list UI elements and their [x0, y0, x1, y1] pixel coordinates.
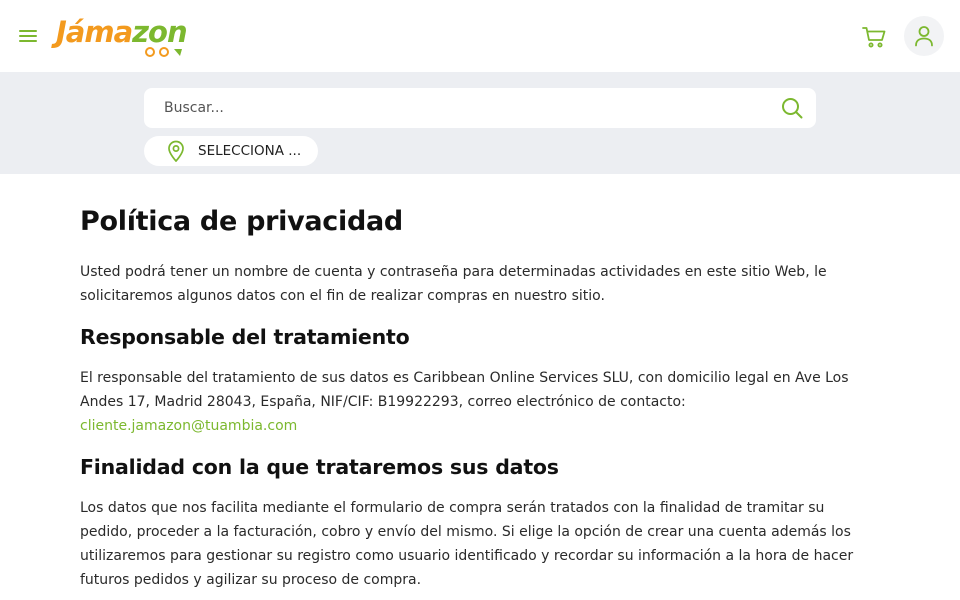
section-paragraph-responsable: El responsable del tratamiento de sus da… [80, 366, 880, 438]
section-heading-finalidad: Finalidad con la que trataremos sus dato… [80, 455, 559, 479]
contact-email-link[interactable]: cliente.jamazon@tuambia.com [80, 418, 297, 434]
shopping-cart-icon[interactable] [860, 23, 888, 51]
top-bar: Jámazon [0, 0, 960, 72]
logo-part-orange: Jáma [56, 15, 133, 49]
logo-part-green: zon [132, 15, 187, 49]
logo[interactable]: Jámazon [56, 12, 202, 58]
privacy-policy-content: Política de privacidad Usted podrá tener… [80, 200, 880, 592]
location-pin-icon [168, 140, 184, 162]
user-icon [915, 26, 933, 47]
section-heading-responsable: Responsable del tratamiento [80, 325, 410, 349]
user-account-button[interactable] [904, 16, 944, 56]
search-input[interactable] [144, 88, 764, 128]
search-icon[interactable] [780, 96, 804, 120]
page-title: Política de privacidad [80, 206, 403, 237]
section-paragraph-finalidad: Los datos que nos facilita mediante el f… [80, 500, 854, 588]
responsable-text: El responsable del tratamiento de sus da… [80, 370, 849, 410]
search-box [144, 88, 816, 128]
logo-cart-wheels-icon [145, 47, 182, 57]
search-band: SELECCIONA ... [0, 72, 960, 174]
location-selector[interactable]: SELECCIONA ... [144, 136, 318, 166]
intro-paragraph: Usted podrá tener un nombre de cuenta y … [80, 264, 827, 304]
hamburger-menu-icon[interactable] [16, 24, 40, 48]
location-label: SELECCIONA ... [198, 143, 302, 159]
